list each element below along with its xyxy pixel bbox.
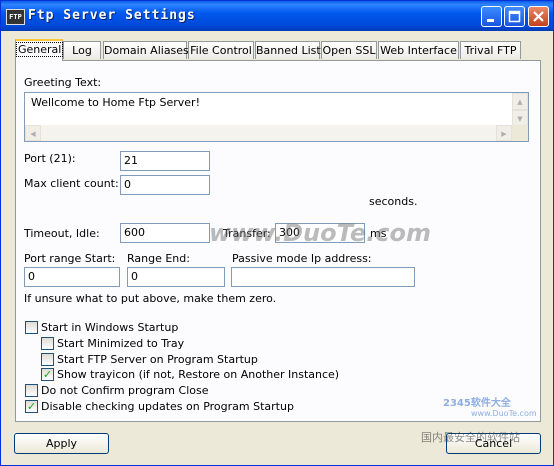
passive-ip-label: Passive mode Ip address: [232, 252, 372, 265]
tab-file-control[interactable]: File Control [188, 41, 254, 59]
maximize-button[interactable] [504, 6, 525, 27]
tab-web-interface[interactable]: Web Interface [378, 41, 459, 59]
scroll-left-icon[interactable]: ◀ [25, 125, 41, 141]
range-end-label: Range End: [127, 252, 190, 265]
apply-button[interactable]: Apply [14, 433, 109, 454]
center-watermark: www.DuoTe.com [209, 219, 431, 247]
port-range-start-label: Port range Start: [24, 252, 116, 265]
disable-updates-label[interactable]: Disable checking updates on Program Star… [41, 400, 294, 413]
scroll-up-icon[interactable]: ▲ [512, 93, 528, 110]
scroll-down-icon[interactable]: ▼ [512, 110, 528, 126]
tab-log[interactable]: Log [63, 41, 101, 59]
tab-banned-list[interactable]: Banned List [255, 41, 321, 59]
checkmark-icon: ✓ [26, 400, 37, 413]
start-minimized-checkbox[interactable] [41, 337, 54, 350]
ftp-app-icon: FTP [6, 9, 25, 25]
vertical-scrollbar[interactable]: ▲ ▼ [512, 93, 528, 126]
minimize-icon [487, 19, 494, 22]
max-client-label: Max client count: [24, 177, 119, 190]
greeting-label: Greeting Text: [24, 76, 102, 89]
max-client-input[interactable]: 0 [120, 175, 210, 195]
title-bar[interactable]: FTP Ftp Server Settings [1, 1, 553, 31]
timeout-idle-input[interactable]: 600 [120, 223, 210, 243]
settings-window: FTP Ftp Server Settings General Log Doma… [0, 0, 554, 466]
port-label: Port (21): [24, 152, 76, 165]
tab-general[interactable]: General [15, 39, 64, 61]
port-input[interactable]: 21 [120, 151, 210, 171]
start-windows-startup-label[interactable]: Start in Windows Startup [41, 321, 178, 334]
horizontal-scrollbar[interactable]: ◀ ▶ [25, 125, 512, 141]
timeout-idle-label: Timeout, Idle: [24, 227, 100, 240]
scroll-right-icon[interactable]: ▶ [496, 125, 512, 141]
start-ftp-server-label[interactable]: Start FTP Server on Program Startup [57, 353, 258, 366]
brand-watermark: 2345软件大全 [443, 398, 511, 409]
show-trayicon-label[interactable]: Show trayicon (if not, Restore on Anothe… [57, 368, 339, 381]
url-watermark: www.DuoTe.com [471, 409, 537, 418]
tab-open-ssl[interactable]: Open SSL [321, 41, 377, 59]
zero-hint-text: If unsure what to put above, make them z… [24, 292, 277, 305]
seconds-label: seconds. [369, 195, 418, 208]
do-not-confirm-close-label[interactable]: Do not Confirm program Close [41, 384, 208, 397]
show-trayicon-checkbox[interactable]: ✓ [41, 368, 54, 381]
do-not-confirm-close-checkbox[interactable] [25, 384, 38, 397]
close-button[interactable] [528, 6, 549, 27]
port-range-start-input[interactable]: 0 [24, 267, 120, 287]
start-windows-startup-checkbox[interactable] [25, 321, 38, 334]
passive-ip-input[interactable] [231, 267, 415, 287]
greeting-text-area[interactable]: Wellcome to Home Ftp Server! ▲ ▼ ◀ ▶ [24, 92, 529, 142]
window-title: Ftp Server Settings [28, 8, 196, 23]
scroll-corner [512, 125, 528, 141]
start-ftp-server-checkbox[interactable] [41, 353, 54, 366]
start-minimized-label[interactable]: Start Minimized to Tray [57, 337, 184, 350]
maximize-icon [508, 10, 521, 23]
footer-watermark: 国内最安全的软件站 [421, 431, 520, 444]
checkmark-icon: ✓ [42, 368, 53, 381]
tab-trival-ftp[interactable]: Trival FTP [460, 41, 521, 59]
minimize-button[interactable] [481, 6, 502, 27]
greeting-text-value: Wellcome to Home Ftp Server! [31, 96, 200, 109]
range-end-input[interactable]: 0 [127, 267, 225, 287]
close-icon [533, 11, 544, 22]
disable-updates-checkbox[interactable]: ✓ [25, 400, 38, 413]
tab-domain-aliases[interactable]: Domain Aliases [103, 41, 189, 59]
